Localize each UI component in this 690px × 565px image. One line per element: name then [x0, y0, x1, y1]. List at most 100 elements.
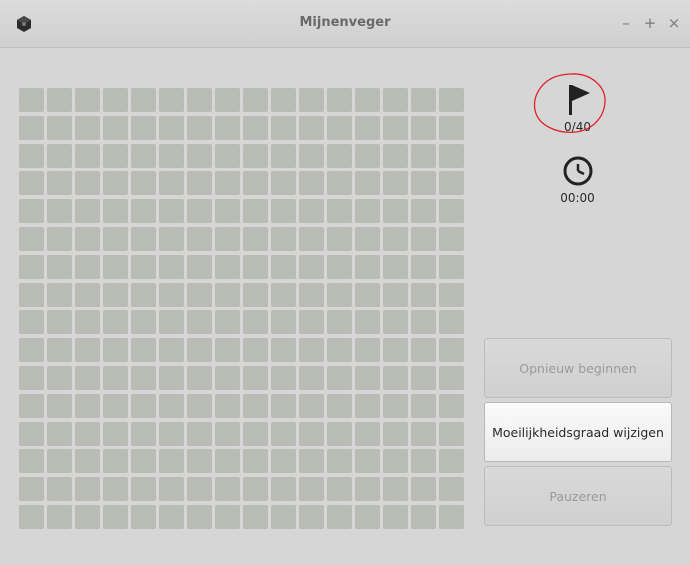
minefield-cell[interactable]: [47, 338, 72, 363]
minefield-cell[interactable]: [19, 171, 44, 196]
close-button[interactable]: ×: [665, 14, 683, 32]
minefield-cell[interactable]: [243, 88, 268, 112]
minefield-cell[interactable]: [47, 254, 72, 279]
minefield-cell[interactable]: [103, 421, 128, 446]
minefield-cell[interactable]: [439, 421, 464, 446]
minefield-cell[interactable]: [187, 421, 212, 446]
minefield-cell[interactable]: [439, 310, 464, 335]
minefield-cell[interactable]: [103, 282, 128, 307]
minefield-cell[interactable]: [131, 226, 156, 251]
minefield-cell[interactable]: [131, 393, 156, 418]
minefield-cell[interactable]: [243, 310, 268, 335]
minefield-cell[interactable]: [411, 199, 436, 224]
minefield-cell[interactable]: [75, 393, 100, 418]
minefield-cell[interactable]: [383, 338, 408, 363]
minefield-cell[interactable]: [103, 449, 128, 474]
minefield-cell[interactable]: [103, 504, 128, 529]
minefield-cell[interactable]: [47, 226, 72, 251]
minefield-cell[interactable]: [215, 338, 240, 363]
minefield-cell[interactable]: [439, 282, 464, 307]
change-difficulty-button[interactable]: Moeilijkheidsgraad wijzigen: [484, 402, 672, 462]
minefield-cell[interactable]: [47, 504, 72, 529]
minefield-cell[interactable]: [299, 254, 324, 279]
minefield-cell[interactable]: [75, 88, 100, 112]
minefield-cell[interactable]: [215, 310, 240, 335]
minefield-cell[interactable]: [243, 504, 268, 529]
minefield-cell[interactable]: [103, 477, 128, 502]
minefield-cell[interactable]: [215, 254, 240, 279]
minefield-cell[interactable]: [383, 282, 408, 307]
minefield-cell[interactable]: [187, 365, 212, 390]
minefield-cell[interactable]: [243, 449, 268, 474]
minefield-cell[interactable]: [327, 254, 352, 279]
minefield-cell[interactable]: [271, 504, 296, 529]
minefield-cell[interactable]: [327, 477, 352, 502]
minefield-cell[interactable]: [103, 171, 128, 196]
minefield-cell[interactable]: [75, 199, 100, 224]
minefield-cell[interactable]: [47, 171, 72, 196]
minefield-cell[interactable]: [75, 171, 100, 196]
minefield-cell[interactable]: [243, 393, 268, 418]
minefield-cell[interactable]: [243, 171, 268, 196]
minefield-cell[interactable]: [271, 449, 296, 474]
minefield-cell[interactable]: [75, 226, 100, 251]
minefield-cell[interactable]: [411, 449, 436, 474]
minefield-cell[interactable]: [19, 226, 44, 251]
minefield-cell[interactable]: [47, 282, 72, 307]
minefield-cell[interactable]: [131, 254, 156, 279]
minefield-cell[interactable]: [103, 338, 128, 363]
minefield-cell[interactable]: [75, 143, 100, 168]
minefield-cell[interactable]: [355, 226, 380, 251]
minefield-cell[interactable]: [187, 88, 212, 112]
minefield-cell[interactable]: [159, 88, 184, 112]
minefield-cell[interactable]: [19, 88, 44, 112]
minefield-cell[interactable]: [411, 171, 436, 196]
minefield-cell[interactable]: [19, 310, 44, 335]
minefield-cell[interactable]: [159, 115, 184, 140]
minefield-cell[interactable]: [75, 449, 100, 474]
minefield-cell[interactable]: [411, 338, 436, 363]
minefield-cell[interactable]: [159, 199, 184, 224]
minefield-cell[interactable]: [215, 115, 240, 140]
minefield-cell[interactable]: [187, 199, 212, 224]
minimize-button[interactable]: –: [617, 14, 635, 32]
minefield-cell[interactable]: [327, 449, 352, 474]
minefield-cell[interactable]: [327, 282, 352, 307]
minefield-cell[interactable]: [131, 504, 156, 529]
minefield-cell[interactable]: [243, 199, 268, 224]
minefield-cell[interactable]: [103, 393, 128, 418]
minefield-cell[interactable]: [355, 199, 380, 224]
minefield-cell[interactable]: [187, 504, 212, 529]
minefield-cell[interactable]: [75, 115, 100, 140]
minefield-cell[interactable]: [215, 393, 240, 418]
minefield-cell[interactable]: [47, 365, 72, 390]
minefield-cell[interactable]: [299, 282, 324, 307]
minefield-cell[interactable]: [159, 504, 184, 529]
minefield-cell[interactable]: [243, 254, 268, 279]
minefield-cell[interactable]: [75, 365, 100, 390]
minefield-cell[interactable]: [271, 171, 296, 196]
minefield-cell[interactable]: [131, 421, 156, 446]
minefield-cell[interactable]: [47, 449, 72, 474]
minefield-cell[interactable]: [355, 477, 380, 502]
minefield-cell[interactable]: [75, 504, 100, 529]
minefield-cell[interactable]: [243, 338, 268, 363]
minefield-cell[interactable]: [19, 254, 44, 279]
minefield-cell[interactable]: [271, 477, 296, 502]
minefield-cell[interactable]: [299, 338, 324, 363]
minefield-cell[interactable]: [159, 365, 184, 390]
minefield-cell[interactable]: [159, 254, 184, 279]
minefield-cell[interactable]: [439, 199, 464, 224]
minefield-cell[interactable]: [75, 477, 100, 502]
minefield-cell[interactable]: [271, 338, 296, 363]
minefield-cell[interactable]: [299, 477, 324, 502]
minefield-cell[interactable]: [355, 393, 380, 418]
minefield-cell[interactable]: [411, 477, 436, 502]
minefield-cell[interactable]: [355, 143, 380, 168]
minefield-cell[interactable]: [383, 393, 408, 418]
minefield-cell[interactable]: [355, 115, 380, 140]
minefield-cell[interactable]: [75, 310, 100, 335]
minefield-cell[interactable]: [355, 171, 380, 196]
minefield-cell[interactable]: [439, 449, 464, 474]
minefield-cell[interactable]: [327, 504, 352, 529]
